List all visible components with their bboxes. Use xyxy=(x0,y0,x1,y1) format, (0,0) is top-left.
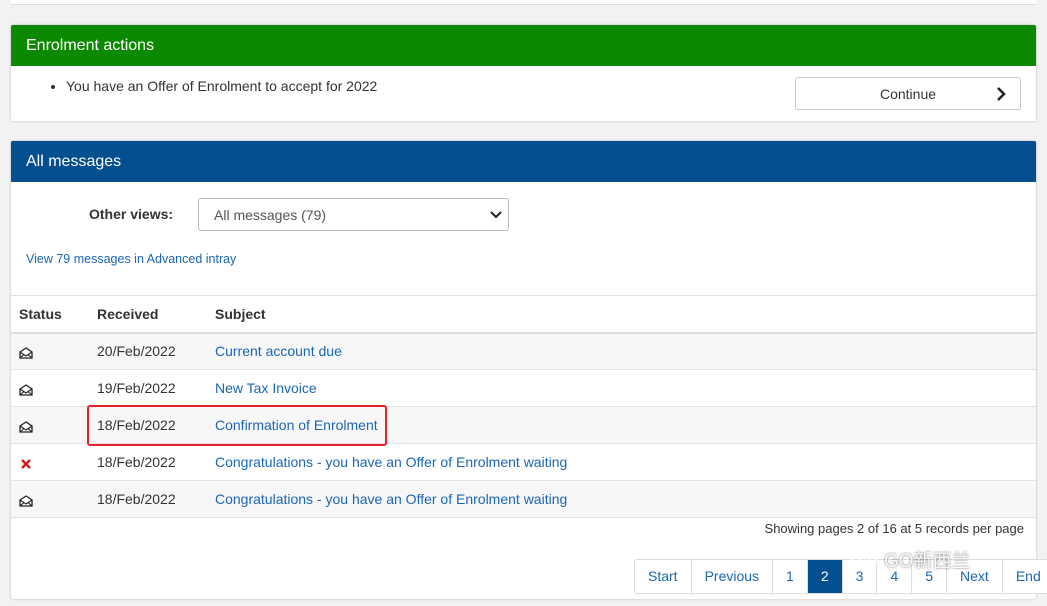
enrolment-action-list: You have an Offer of Enrolment to accept… xyxy=(11,78,377,94)
red-cross-icon xyxy=(21,459,31,469)
received-date: 20/Feb/2022 xyxy=(97,332,215,370)
enrolment-actions-panel: Enrolment actions You have an Offer of E… xyxy=(11,25,1036,121)
page-1[interactable]: 1 xyxy=(773,560,808,593)
column-header-received[interactable]: Received xyxy=(97,295,215,334)
chevron-right-icon xyxy=(997,87,1006,101)
subject-cell: Congratulations - you have an Offer of E… xyxy=(215,443,1036,481)
subject-cell: Current account due xyxy=(215,332,1036,370)
envelope-icon xyxy=(19,495,33,507)
chevron-down-icon xyxy=(490,211,502,219)
status-cell xyxy=(11,369,97,407)
table-row[interactable]: 18/Feb/2022 Confirmation of Enrolment xyxy=(11,406,1036,444)
subject-link[interactable]: Congratulations - you have an Offer of E… xyxy=(215,491,567,507)
all-messages-title: All messages xyxy=(11,141,1036,182)
column-header-status[interactable]: Status xyxy=(11,295,97,334)
other-views-selected-value: All messages (79) xyxy=(214,207,327,223)
page-start[interactable]: Start xyxy=(635,560,692,593)
status-cell xyxy=(11,332,97,370)
watermark-text: GO新西兰 xyxy=(884,550,971,572)
other-views-label: Other views: xyxy=(89,206,174,222)
table-row[interactable]: 18/Feb/2022 Congratulations - you have a… xyxy=(11,443,1036,481)
advanced-intray-link[interactable]: View 79 messages in Advanced intray xyxy=(26,252,236,266)
continue-button-label: Continue xyxy=(879,86,937,102)
other-views-select[interactable]: All messages (79) xyxy=(198,198,509,231)
envelope-icon xyxy=(19,421,33,433)
envelope-icon xyxy=(19,384,33,396)
page-previous[interactable]: Previous xyxy=(692,560,774,593)
envelope-icon xyxy=(19,347,33,360)
enrolment-action-item: You have an Offer of Enrolment to accept… xyxy=(66,78,377,94)
subject-link[interactable]: New Tax Invoice xyxy=(215,380,317,396)
subject-cell: Congratulations - you have an Offer of E… xyxy=(215,480,1036,518)
subject-link[interactable]: Confirmation of Enrolment xyxy=(215,417,378,433)
watermark: GO新西兰 xyxy=(850,544,971,574)
subject-link[interactable]: Congratulations - you have an Offer of E… xyxy=(215,454,567,470)
subject-cell: New Tax Invoice xyxy=(215,369,1036,407)
paging-info: Showing pages 2 of 16 at 5 records per p… xyxy=(764,521,1024,536)
page-end[interactable]: End xyxy=(1003,560,1047,593)
enrolment-actions-title: Enrolment actions xyxy=(11,25,1036,66)
all-messages-panel: All messages Other views: All messages (… xyxy=(11,141,1047,599)
table-header-row: Status Received Subject xyxy=(11,295,1036,334)
received-date: 18/Feb/2022 xyxy=(97,443,215,481)
subject-link[interactable]: Current account due xyxy=(215,343,342,359)
column-header-subject[interactable]: Subject xyxy=(215,295,1036,334)
received-date: 18/Feb/2022 xyxy=(97,406,215,444)
pagination: Start Previous 1 2 3 4 5 Next End xyxy=(634,559,1047,594)
received-date: 18/Feb/2022 xyxy=(97,480,215,518)
page-2-current[interactable]: 2 xyxy=(807,560,843,593)
status-cell xyxy=(11,480,97,518)
received-date: 19/Feb/2022 xyxy=(97,369,215,407)
status-cell xyxy=(11,443,97,481)
table-row[interactable]: 19/Feb/2022 New Tax Invoice xyxy=(11,369,1036,407)
table-row[interactable]: 20/Feb/2022 Current account due xyxy=(11,332,1036,370)
status-cell xyxy=(11,406,97,444)
messages-table: Status Received Subject 20/Feb/2022 Curr… xyxy=(11,295,1036,518)
table-row[interactable]: 18/Feb/2022 Congratulations - you have a… xyxy=(11,480,1036,518)
wechat-icon xyxy=(851,549,877,569)
subject-cell: Confirmation of Enrolment xyxy=(215,406,1036,444)
continue-button[interactable]: Continue xyxy=(795,77,1021,110)
top-panel-edge xyxy=(11,0,1036,5)
